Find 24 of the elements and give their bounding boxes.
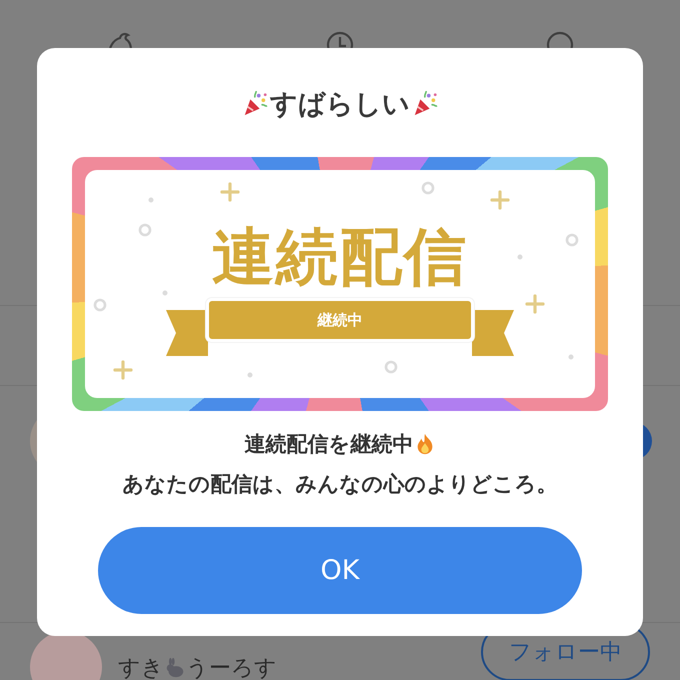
party-popper-icon (242, 91, 268, 117)
user-name: うーろす (186, 655, 277, 680)
dot-icon (248, 372, 252, 378)
ring-icon (94, 298, 106, 312)
ring-icon (138, 224, 152, 236)
dot-icon (162, 290, 168, 296)
sparkle-icon (113, 360, 133, 380)
ring-icon (384, 360, 398, 374)
rabbit-icon (164, 657, 186, 679)
sparkle-icon (525, 294, 545, 314)
dot-icon (568, 354, 574, 360)
dot-icon (148, 198, 154, 202)
party-popper-icon (412, 91, 438, 117)
ring-icon (566, 234, 578, 246)
dialog-title: すばらしい (270, 88, 410, 122)
message-text: 連続配信を継続中 (244, 431, 414, 458)
sparkle-icon (220, 182, 240, 202)
user-name: すき (118, 655, 164, 680)
ring-icon (422, 182, 434, 194)
ok-button[interactable]: OK (98, 527, 582, 614)
message-text: あなたの配信は、みんなの心のよりどころ。 (122, 471, 558, 498)
dot-icon (518, 254, 522, 260)
sparkle-icon (490, 190, 510, 210)
badge-title: 連続配信 (212, 220, 468, 294)
